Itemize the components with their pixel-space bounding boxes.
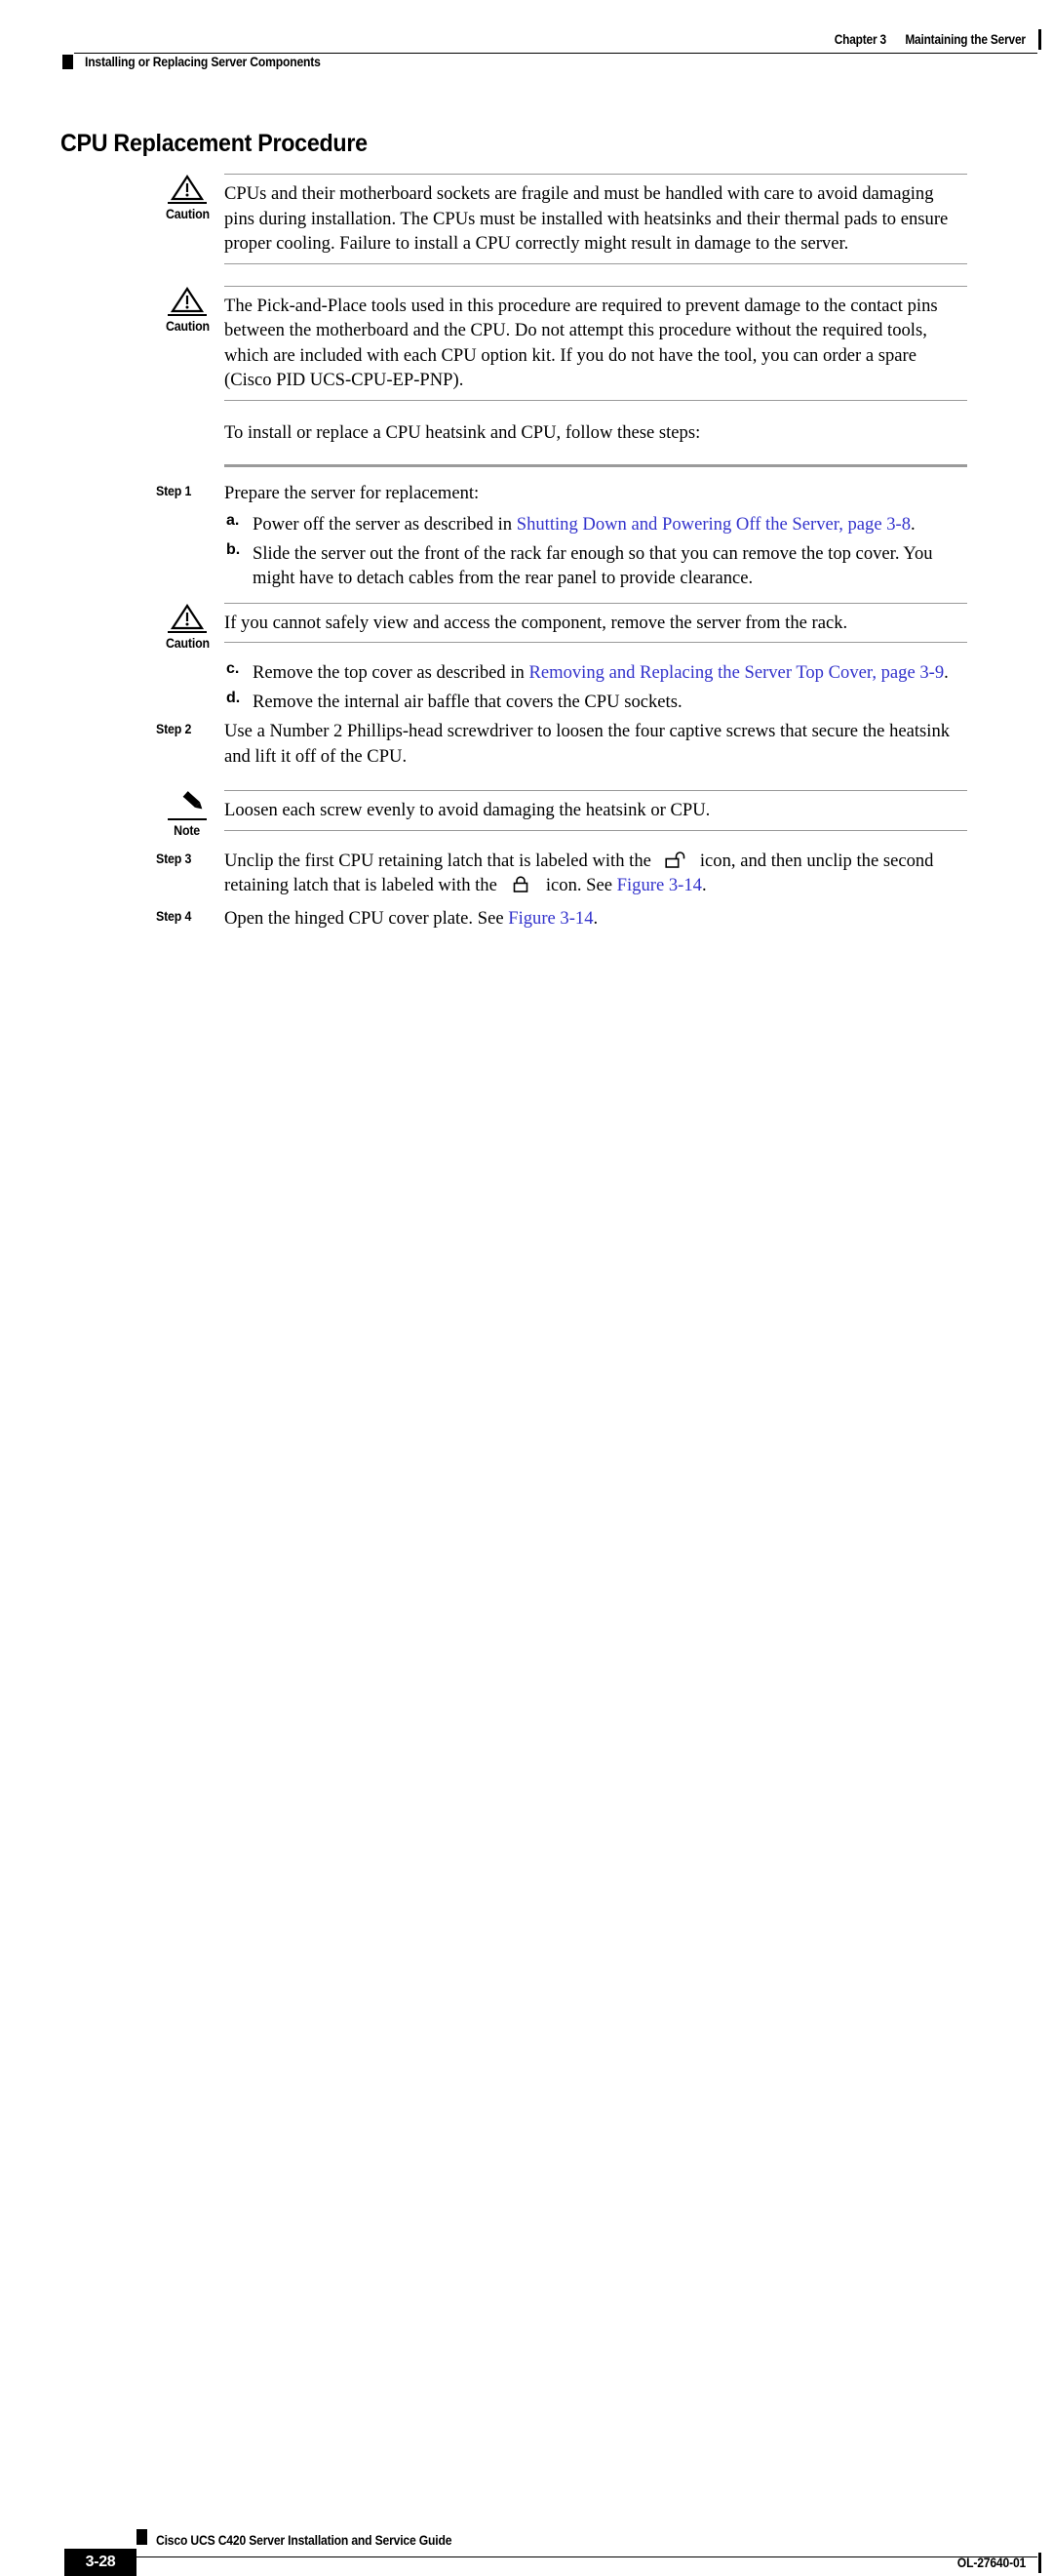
footer-document-number: OL-27640-01: [956, 2556, 1026, 2570]
caution-label-3: Caution: [165, 635, 210, 651]
substep-text-c: Remove the top cover as described in Rem…: [253, 660, 967, 686]
step-text-2: Use a Number 2 Phillips-head screwdriver…: [224, 721, 951, 767]
substep-marker-c: c.: [226, 660, 240, 677]
substep-c-lead: Remove the top cover as described in: [253, 662, 529, 683]
caution-label-1: Caution: [165, 207, 210, 221]
link-removing-replacing-top-cover[interactable]: Removing and Replacing the Server Top Co…: [528, 662, 944, 683]
step-row-4: Step 4 Open the hinged CPU cover plate. …: [0, 906, 967, 931]
caution-text-1: CPUs and their motherboard sockets are f…: [224, 183, 949, 254]
substep-marker-a: a.: [226, 512, 240, 529]
icon-underline: [168, 630, 207, 633]
warning-triangle-icon: [171, 174, 204, 201]
step-label-2: Step 2: [156, 722, 192, 736]
caution-body-1: CPUs and their motherboard sockets are f…: [224, 174, 967, 264]
caution-label-2: Caution: [165, 318, 210, 334]
footer-rule: [136, 2556, 1037, 2557]
caution-icon-group-1: Caution: [156, 174, 218, 223]
link-figure-3-14-step3[interactable]: Figure 3-14: [617, 875, 702, 895]
header-chapter-number: Chapter 3: [834, 32, 887, 47]
unlock-icon: [665, 851, 685, 868]
header-section: Installing or Replacing Server Component…: [62, 55, 347, 69]
step3-segment-4: .: [701, 875, 707, 895]
note-label-1: Note: [174, 823, 201, 838]
substep-row-d: d. Remove the internal air baffle that c…: [0, 690, 967, 715]
caution-text-2: The Pick-and-Place tools used in this pr…: [224, 295, 938, 391]
substep-row-b: b. Slide the server out the front of the…: [0, 541, 967, 591]
link-figure-3-14-step4[interactable]: Figure 3-14: [508, 908, 593, 929]
steps-separator-rule: [224, 464, 967, 467]
substep-text-a: Power off the server as described in Shu…: [253, 512, 967, 537]
caution-body-2: The Pick-and-Place tools used in this pr…: [224, 285, 967, 401]
page-number-badge: 3-28: [64, 2549, 136, 2576]
step-row-2: Step 2 Use a Number 2 Phillips-head scre…: [0, 719, 967, 769]
warning-triangle-icon: [171, 603, 204, 629]
substep-row-c: c. Remove the top cover as described in …: [0, 660, 967, 686]
header-edge-tick: [1038, 29, 1041, 50]
substep-marker-d: d.: [226, 689, 241, 706]
step4-segment-2: .: [593, 907, 599, 929]
warning-triangle-icon: [171, 286, 204, 312]
substep-a-tail: .: [911, 514, 916, 535]
header-section-title: Installing or Replacing Server Component…: [85, 55, 321, 69]
caution-icon-group-2: Caution: [156, 286, 218, 336]
note-body-1: Loosen each screw evenly to avoid damagi…: [224, 790, 967, 831]
step-text-3: Unclip the first CPU retaining latch tha…: [224, 849, 967, 898]
icon-underline: [168, 818, 207, 820]
step-label-4: Step 4: [156, 908, 192, 924]
substep-text-d: Remove the internal air baffle that cove…: [253, 691, 682, 712]
intro-paragraph: To install or replace a CPU heatsink and…: [224, 421, 701, 443]
note-text-1: Loosen each screw evenly to avoid damagi…: [224, 800, 711, 820]
page-title: CPU Replacement Procedure: [60, 130, 368, 157]
step-label-3: Step 3: [156, 851, 192, 866]
substep-c-tail: .: [944, 662, 949, 683]
step-row-3: Step 3 Unclip the first CPU retaining la…: [0, 849, 967, 898]
step-label-1: Step 1: [156, 484, 192, 498]
caution-block-3: Caution If you cannot safely view and ac…: [0, 602, 1053, 651]
caution-block-2: Caution The Pick-and-Place tools used in…: [0, 285, 1053, 401]
caution-icon-group-3: Caution: [156, 603, 218, 653]
header-chapter-title: Maintaining the Server: [905, 32, 1026, 47]
lock-icon: [513, 876, 528, 892]
substep-a-lead: Power off the server as described in: [253, 514, 517, 535]
header-rule: [74, 53, 1037, 54]
substep-marker-b: b.: [226, 540, 241, 558]
document-content: Caution CPUs and their motherboard socke…: [0, 174, 1053, 931]
link-shutting-down-powering-off[interactable]: Shutting Down and Powering Off the Serve…: [517, 514, 911, 535]
substep-text-b: Slide the server out the front of the ra…: [253, 542, 933, 589]
icon-underline: [168, 313, 207, 316]
caution-body-3: If you cannot safely view and access the…: [224, 602, 967, 643]
step-row-1: Step 1 Prepare the server for replacemen…: [0, 481, 967, 506]
step4-segment-1: Open the hinged CPU cover plate. See: [224, 907, 509, 929]
bullet-square-icon: [62, 55, 73, 69]
substep-row-a: a. Power off the server as described in …: [0, 512, 967, 537]
footer-bullet-square-icon: [136, 2529, 147, 2545]
page-header: Chapter 3 Maintaining the Server Installi…: [0, 0, 1053, 90]
note-block-1: Note Loosen each screw evenly to avoid d…: [0, 790, 1053, 838]
footer-edge-tick: [1038, 2553, 1041, 2573]
step3-segment-3: icon. See: [545, 875, 617, 895]
step-text-4: Open the hinged CPU cover plate. See Fig…: [224, 906, 967, 931]
caution-block-1: Caution CPUs and their motherboard socke…: [0, 174, 1053, 264]
caution-text-3: If you cannot safely view and access the…: [224, 612, 848, 633]
header-chapter-info: Chapter 3 Maintaining the Server: [835, 32, 1026, 47]
step3-segment-1: Unclip the first CPU retaining latch tha…: [224, 850, 651, 871]
page-footer: Cisco UCS C420 Server Installation and S…: [0, 1255, 1053, 2576]
note-icon-group-1: Note: [156, 790, 218, 840]
icon-underline: [168, 202, 207, 204]
step-text-1: Prepare the server for replacement:: [224, 483, 480, 503]
footer-guide-title: Cisco UCS C420 Server Installation and S…: [156, 2533, 452, 2548]
pencil-icon: [182, 791, 203, 810]
